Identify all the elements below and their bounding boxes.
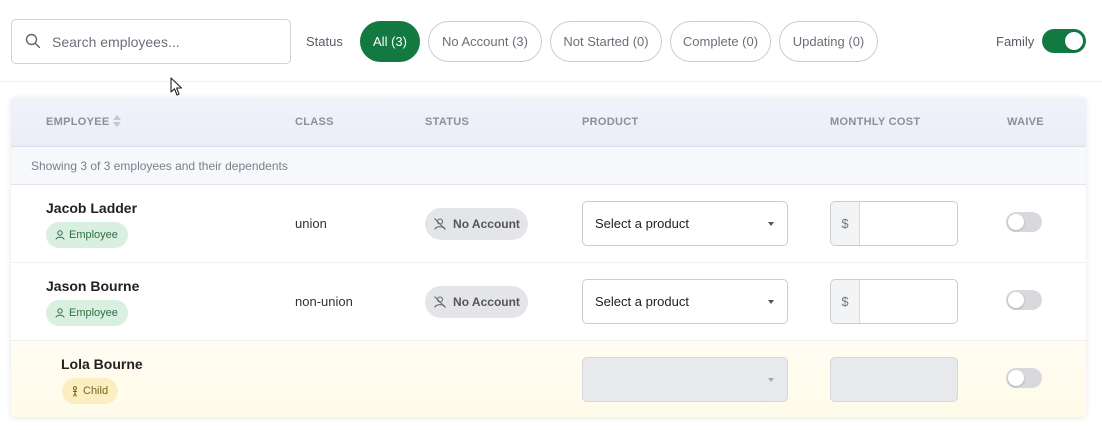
product-select-value: Select a product <box>595 216 689 231</box>
employee-name: Jacob Ladder <box>46 200 138 216</box>
results-summary: Showing 3 of 3 employees and their depen… <box>11 147 1086 185</box>
employee-name: Jason Bourne <box>46 278 140 294</box>
column-header-employee[interactable]: EMPLOYEE <box>46 116 110 128</box>
status-badge: No Account <box>425 208 528 240</box>
toggle-knob <box>1065 32 1083 50</box>
no-account-icon <box>434 296 446 308</box>
user-icon <box>55 230 65 240</box>
employee-class: non-union <box>295 294 353 309</box>
caret-down-icon <box>768 300 774 304</box>
waive-toggle[interactable] <box>1006 212 1042 232</box>
filter-pill-updating[interactable]: Updating (0) <box>779 21 878 62</box>
role-badge-child: Child <box>62 378 119 404</box>
filter-pill-not-started[interactable]: Not Started (0) <box>550 21 662 62</box>
results-summary-text: Showing 3 of 3 employees and their depen… <box>31 159 288 173</box>
search-icon <box>25 33 41 49</box>
product-select[interactable]: Select a product <box>582 201 788 246</box>
waive-toggle[interactable] <box>1006 368 1042 388</box>
currency-prefix: $ <box>831 280 860 323</box>
column-header-product: PRODUCT <box>582 116 639 128</box>
column-header-monthly-cost: MONTHLY COST <box>830 116 921 128</box>
status-filter-label: Status <box>306 34 343 49</box>
filter-pill-all[interactable]: All (3) <box>360 21 420 62</box>
monthly-cost-input[interactable]: $ <box>830 201 958 246</box>
currency-prefix: $ <box>831 202 860 245</box>
waive-toggle[interactable] <box>1006 290 1042 310</box>
column-header-class: CLASS <box>295 116 334 128</box>
role-badge-employee: Employee <box>46 222 128 248</box>
role-badge-employee: Employee <box>46 300 128 326</box>
status-badge: No Account <box>425 286 528 318</box>
search-box[interactable] <box>11 19 291 64</box>
sort-icon[interactable] <box>112 114 122 128</box>
caret-down-icon <box>768 378 774 382</box>
search-input[interactable] <box>52 20 282 63</box>
user-icon <box>55 308 65 318</box>
table-header: EMPLOYEE CLASS STATUS PRODUCT MONTHLY CO… <box>11 97 1086 147</box>
filter-pill-no-account[interactable]: No Account (3) <box>428 21 542 62</box>
table-row: Jason Bourne Employee non-union No Accou… <box>11 263 1086 341</box>
toggle-knob <box>1008 370 1024 386</box>
filter-toolbar: Status All (3) No Account (3) Not Starte… <box>0 0 1102 82</box>
table-row-dependent: Lola Bourne Child <box>11 341 1086 417</box>
status-badge-label: No Account <box>453 295 520 309</box>
no-account-icon <box>434 218 446 230</box>
cursor-icon <box>170 77 183 96</box>
monthly-cost-input-disabled <box>830 357 958 402</box>
caret-down-icon <box>768 222 774 226</box>
role-badge-label: Employee <box>69 307 118 319</box>
table-row: Jacob Ladder Employee union No Account S… <box>11 185 1086 263</box>
role-badge-label: Employee <box>69 229 118 241</box>
column-header-waive: WAIVE <box>1007 116 1044 128</box>
family-toggle-label: Family <box>996 34 1035 49</box>
product-select-disabled <box>582 357 788 402</box>
employee-table: EMPLOYEE CLASS STATUS PRODUCT MONTHLY CO… <box>11 97 1086 417</box>
status-badge-label: No Account <box>453 217 520 231</box>
child-icon <box>72 385 78 397</box>
role-badge-label: Child <box>83 385 109 397</box>
monthly-cost-input[interactable]: $ <box>830 279 958 324</box>
toggle-knob <box>1008 292 1024 308</box>
filter-pill-complete[interactable]: Complete (0) <box>670 21 771 62</box>
employee-class: union <box>295 216 327 231</box>
column-header-status: STATUS <box>425 116 470 128</box>
product-select-value: Select a product <box>595 294 689 309</box>
product-select[interactable]: Select a product <box>582 279 788 324</box>
family-toggle[interactable] <box>1042 29 1086 53</box>
dependent-name: Lola Bourne <box>61 356 143 372</box>
toggle-knob <box>1008 214 1024 230</box>
